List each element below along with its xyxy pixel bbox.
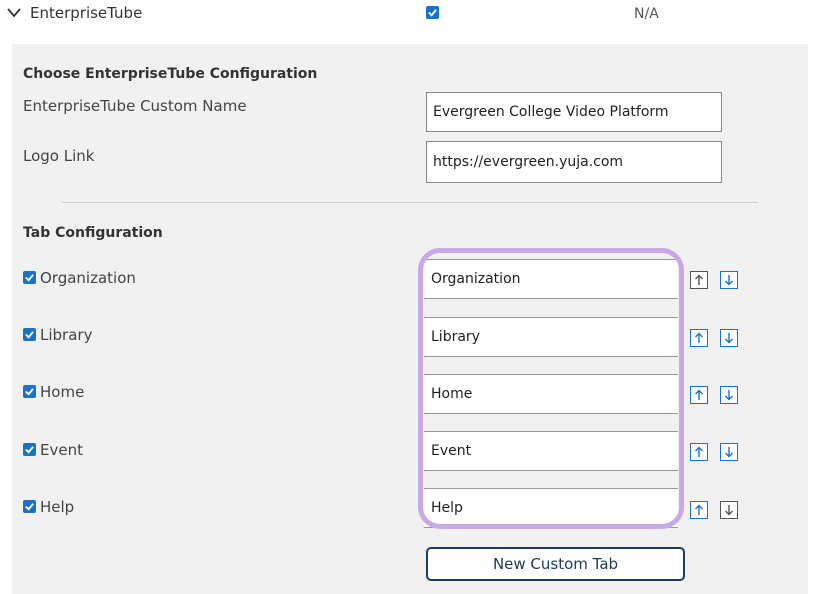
checkmark-icon bbox=[25, 388, 34, 396]
arrow-down-icon bbox=[725, 275, 733, 286]
arrow-up-icon bbox=[695, 504, 703, 515]
tab-config-title: Tab Configuration bbox=[23, 225, 163, 241]
tab-help-label: Help bbox=[40, 498, 75, 516]
tab-organization-input[interactable]: Organization bbox=[424, 259, 678, 299]
arrow-down-icon bbox=[725, 505, 733, 516]
checkmark-icon bbox=[25, 331, 34, 339]
move-up-button[interactable] bbox=[690, 443, 708, 461]
move-up-button[interactable] bbox=[690, 501, 708, 519]
tab-event-checkbox[interactable] bbox=[23, 443, 36, 456]
module-status: N/A bbox=[634, 6, 659, 22]
arrow-down-icon bbox=[725, 333, 733, 344]
config-section-title: Choose EnterpriseTube Configuration bbox=[23, 66, 318, 82]
tab-home-input[interactable]: Home bbox=[424, 374, 678, 414]
checkmark-icon bbox=[25, 503, 34, 511]
module-title: EnterpriseTube bbox=[30, 4, 143, 22]
module-enabled-checkbox[interactable] bbox=[426, 6, 439, 19]
section-divider bbox=[62, 202, 758, 203]
logo-link-input[interactable]: https://evergreen.yuja.com bbox=[426, 141, 722, 183]
new-custom-tab-button[interactable]: New Custom Tab bbox=[426, 547, 685, 581]
tab-home-label: Home bbox=[40, 383, 85, 401]
move-down-button[interactable] bbox=[720, 386, 738, 404]
checkmark-icon bbox=[25, 274, 34, 282]
tab-event-input[interactable]: Event bbox=[424, 431, 678, 471]
checkmark-icon bbox=[428, 9, 437, 17]
custom-name-input[interactable]: Evergreen College Video Platform bbox=[426, 92, 722, 132]
tab-help-checkbox[interactable] bbox=[23, 500, 36, 513]
checkmark-icon bbox=[25, 446, 34, 454]
arrow-up-icon bbox=[695, 332, 703, 343]
tab-event-label: Event bbox=[40, 441, 83, 459]
arrow-up-icon bbox=[695, 274, 703, 285]
arrow-down-icon bbox=[725, 390, 733, 401]
move-down-button[interactable] bbox=[720, 443, 738, 461]
tab-help-input[interactable]: Help bbox=[424, 488, 678, 528]
arrow-up-icon bbox=[695, 446, 703, 457]
move-up-button[interactable] bbox=[690, 271, 708, 289]
arrow-up-icon bbox=[695, 389, 703, 400]
tab-home-checkbox[interactable] bbox=[23, 385, 36, 398]
move-up-button[interactable] bbox=[690, 329, 708, 347]
tab-library-checkbox[interactable] bbox=[23, 328, 36, 341]
chevron-down-icon[interactable] bbox=[6, 6, 22, 20]
move-up-button[interactable] bbox=[690, 386, 708, 404]
custom-name-label: EnterpriseTube Custom Name bbox=[23, 97, 247, 115]
tab-library-label: Library bbox=[40, 326, 93, 344]
tab-library-input[interactable]: Library bbox=[424, 317, 678, 357]
move-down-button[interactable] bbox=[720, 501, 738, 519]
logo-link-label: Logo Link bbox=[23, 147, 95, 165]
tab-organization-label: Organization bbox=[40, 269, 136, 287]
move-down-button[interactable] bbox=[720, 329, 738, 347]
move-down-button[interactable] bbox=[720, 271, 738, 289]
tab-organization-checkbox[interactable] bbox=[23, 271, 36, 284]
arrow-down-icon bbox=[725, 447, 733, 458]
